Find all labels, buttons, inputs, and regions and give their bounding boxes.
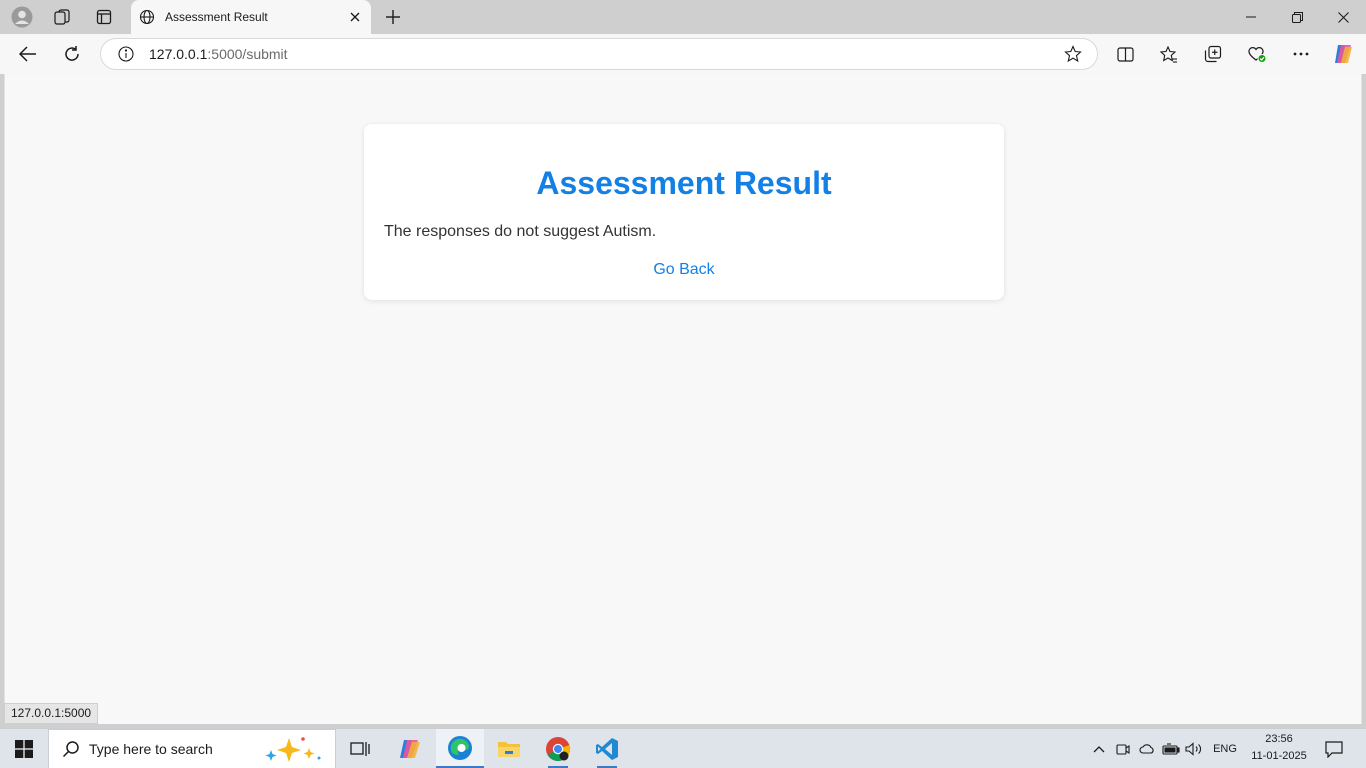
- clock[interactable]: 23:56 11-01-2025: [1246, 731, 1312, 767]
- close-icon[interactable]: [341, 3, 369, 31]
- more-icon[interactable]: [1285, 38, 1317, 70]
- plus-icon[interactable]: [378, 3, 408, 31]
- url-text[interactable]: 127.0.0.1:5000/submit: [149, 46, 1057, 62]
- url-path: :5000/submit: [207, 46, 288, 62]
- back-icon[interactable]: [12, 38, 44, 70]
- battery-icon[interactable]: [1160, 729, 1182, 768]
- search-placeholder: Type here to search: [89, 741, 213, 757]
- split-screen-icon[interactable]: [1109, 38, 1141, 70]
- active-tab[interactable]: Assessment Result: [131, 0, 371, 34]
- clock-date: 11-01-2025: [1251, 750, 1307, 762]
- chevron-up-icon[interactable]: [1088, 729, 1110, 768]
- copilot-icon[interactable]: [386, 729, 434, 768]
- result-card: Assessment Result The responses do not s…: [364, 124, 1004, 300]
- copilot-icon[interactable]: [1327, 38, 1359, 70]
- browser-essentials-icon[interactable]: [1241, 38, 1273, 70]
- refresh-icon[interactable]: [56, 38, 88, 70]
- workspaces-icon[interactable]: [46, 3, 78, 31]
- search-icon: [61, 739, 81, 759]
- go-back-link[interactable]: Go Back: [384, 260, 984, 280]
- file-explorer-icon[interactable]: [485, 729, 533, 768]
- star-icon[interactable]: [1057, 39, 1089, 69]
- taskbar: Type here to search ENG 23:56 11-01-2025: [0, 728, 1366, 768]
- chrome-icon[interactable]: [534, 729, 582, 768]
- close-icon[interactable]: [1320, 0, 1366, 34]
- onedrive-icon[interactable]: [1136, 729, 1158, 768]
- vscode-icon[interactable]: [583, 729, 631, 768]
- windows-start-icon[interactable]: [0, 729, 48, 768]
- tab-strip: Assessment Result: [0, 0, 1366, 34]
- result-message: The responses do not suggest Autism.: [384, 223, 657, 240]
- language-indicator[interactable]: ENG: [1210, 729, 1240, 768]
- collections-icon[interactable]: [1197, 38, 1229, 70]
- tab-title: Assessment Result: [165, 10, 268, 24]
- restore-icon[interactable]: [1274, 0, 1320, 34]
- notification-icon[interactable]: [1318, 729, 1350, 768]
- vertical-tabs-icon[interactable]: [88, 3, 120, 31]
- profile-icon[interactable]: [6, 3, 38, 31]
- address-bar[interactable]: 127.0.0.1:5000/submit: [100, 38, 1098, 70]
- minimize-icon[interactable]: [1228, 0, 1274, 34]
- favorites-icon[interactable]: [1153, 38, 1185, 70]
- browser-toolbar: 127.0.0.1:5000/submit: [0, 34, 1366, 74]
- meet-now-icon[interactable]: [1113, 729, 1133, 768]
- taskbar-search[interactable]: Type here to search: [48, 729, 336, 768]
- sparkle-icon: [265, 737, 321, 762]
- page-viewport: Assessment Result The responses do not s…: [4, 74, 1362, 724]
- info-icon[interactable]: [117, 45, 135, 63]
- globe-icon: [139, 9, 155, 25]
- page-title: Assessment Result: [536, 165, 832, 201]
- volume-icon[interactable]: [1183, 729, 1205, 768]
- edge-icon[interactable]: [436, 729, 484, 768]
- clock-time: 23:56: [1265, 733, 1293, 745]
- task-view-icon[interactable]: [336, 729, 384, 768]
- url-host: 127.0.0.1: [149, 46, 208, 62]
- status-bar-url: 127.0.0.1:5000: [4, 703, 99, 724]
